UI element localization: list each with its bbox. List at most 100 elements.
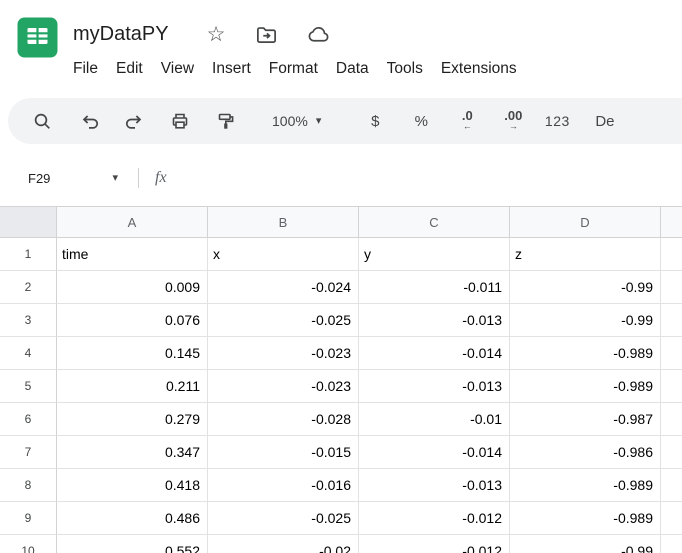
row-header-7[interactable]: 7 (0, 436, 57, 469)
decrease-decimal-button[interactable]: .0 ← (447, 101, 487, 141)
sheet-row-3: 30.076-0.025-0.013-0.99 (0, 304, 682, 337)
cell-E7[interactable] (661, 436, 682, 469)
cell-B2[interactable]: -0.024 (208, 271, 359, 304)
name-box[interactable]: F29 ▾ (16, 167, 128, 190)
cell-E1[interactable] (661, 238, 682, 271)
cell-E4[interactable] (661, 337, 682, 370)
cell-E10[interactable] (661, 535, 682, 553)
title-bar: myDataPY ☆ FileEditViewInsertFormatDataT… (0, 0, 682, 84)
menu-item-file[interactable]: File (64, 56, 107, 82)
cell-B1[interactable]: x (208, 238, 359, 271)
cell-B8[interactable]: -0.016 (208, 469, 359, 502)
left-arrow-icon: ← (463, 121, 472, 132)
undo-icon[interactable] (70, 101, 110, 141)
cell-C5[interactable]: -0.013 (359, 370, 510, 403)
row-header-5[interactable]: 5 (0, 370, 57, 403)
cell-C2[interactable]: -0.011 (359, 271, 510, 304)
cell-D9[interactable]: -0.989 (510, 502, 661, 535)
cloud-status-icon[interactable] (306, 22, 331, 47)
row-header-4[interactable]: 4 (0, 337, 57, 370)
cell-A7[interactable]: 0.347 (57, 436, 208, 469)
menu-item-format[interactable]: Format (260, 56, 327, 82)
row-header-6[interactable]: 6 (0, 403, 57, 436)
cell-E6[interactable] (661, 403, 682, 436)
cell-D7[interactable]: -0.986 (510, 436, 661, 469)
col-header-B[interactable]: B (208, 207, 359, 237)
cell-C7[interactable]: -0.014 (359, 436, 510, 469)
redo-icon[interactable] (114, 101, 154, 141)
cell-B3[interactable]: -0.025 (208, 304, 359, 337)
cell-A2[interactable]: 0.009 (57, 271, 208, 304)
cell-E5[interactable] (661, 370, 682, 403)
cell-B5[interactable]: -0.023 (208, 370, 359, 403)
sheet-row-8: 80.418-0.016-0.013-0.989 (0, 469, 682, 502)
cell-E2[interactable] (661, 271, 682, 304)
cell-D3[interactable]: -0.99 (510, 304, 661, 337)
cell-C4[interactable]: -0.014 (359, 337, 510, 370)
cell-C6[interactable]: -0.01 (359, 403, 510, 436)
row-header-10[interactable]: 10 (0, 535, 57, 553)
cell-A4[interactable]: 0.145 (57, 337, 208, 370)
cell-A6[interactable]: 0.279 (57, 403, 208, 436)
cell-E9[interactable] (661, 502, 682, 535)
cell-D2[interactable]: -0.99 (510, 271, 661, 304)
cell-E8[interactable] (661, 469, 682, 502)
sheet-row-1: 1timexyz (0, 238, 682, 271)
move-to-folder-icon[interactable] (255, 23, 278, 46)
row-header-3[interactable]: 3 (0, 304, 57, 337)
cell-A1[interactable]: time (57, 238, 208, 271)
star-icon[interactable]: ☆ (207, 24, 226, 45)
cell-B4[interactable]: -0.023 (208, 337, 359, 370)
cell-A8[interactable]: 0.418 (57, 469, 208, 502)
menu-item-data[interactable]: Data (327, 56, 378, 82)
cell-C9[interactable]: -0.012 (359, 502, 510, 535)
row-header-8[interactable]: 8 (0, 469, 57, 502)
menu-item-extensions[interactable]: Extensions (432, 56, 526, 82)
cell-B9[interactable]: -0.025 (208, 502, 359, 535)
number-format-button[interactable]: 123 (537, 101, 577, 141)
select-all-corner[interactable] (0, 207, 57, 237)
fx-icon[interactable]: fx (155, 169, 167, 187)
format-percent-button[interactable]: % (401, 101, 441, 141)
cell-A3[interactable]: 0.076 (57, 304, 208, 337)
cell-D6[interactable]: -0.987 (510, 403, 661, 436)
cell-C3[interactable]: -0.013 (359, 304, 510, 337)
sheets-logo-icon[interactable] (17, 17, 58, 58)
font-family-selector[interactable]: De (595, 113, 614, 130)
col-header-D[interactable]: D (510, 207, 661, 237)
cell-D5[interactable]: -0.989 (510, 370, 661, 403)
menu-item-tools[interactable]: Tools (378, 56, 432, 82)
cell-C10[interactable]: -0.012 (359, 535, 510, 553)
col-header-E[interactable]: E (661, 207, 682, 237)
menu-item-view[interactable]: View (152, 56, 203, 82)
cell-D1[interactable]: z (510, 238, 661, 271)
zoom-selector[interactable]: 100% ▾ (262, 101, 331, 141)
row-header-9[interactable]: 9 (0, 502, 57, 535)
cell-B7[interactable]: -0.015 (208, 436, 359, 469)
col-header-A[interactable]: A (57, 207, 208, 237)
cell-C1[interactable]: y (359, 238, 510, 271)
search-menus-icon[interactable] (22, 101, 62, 141)
cell-E3[interactable] (661, 304, 682, 337)
paint-format-icon[interactable] (206, 101, 246, 141)
document-title[interactable]: myDataPY (73, 23, 169, 46)
cell-D8[interactable]: -0.989 (510, 469, 661, 502)
row-header-1[interactable]: 1 (0, 238, 57, 271)
cell-C8[interactable]: -0.013 (359, 469, 510, 502)
cell-D10[interactable]: -0.99 (510, 535, 661, 553)
cell-A5[interactable]: 0.211 (57, 370, 208, 403)
cell-B10[interactable]: -0.02 (208, 535, 359, 553)
col-header-C[interactable]: C (359, 207, 510, 237)
cell-B6[interactable]: -0.028 (208, 403, 359, 436)
cell-D4[interactable]: -0.989 (510, 337, 661, 370)
print-icon[interactable] (160, 101, 200, 141)
cell-A10[interactable]: 0.552 (57, 535, 208, 553)
format-currency-button[interactable]: $ (355, 101, 395, 141)
menu-item-edit[interactable]: Edit (107, 56, 152, 82)
row-header-2[interactable]: 2 (0, 271, 57, 304)
sheet-row-7: 70.347-0.015-0.014-0.986 (0, 436, 682, 469)
menu-item-insert[interactable]: Insert (203, 56, 260, 82)
cell-A9[interactable]: 0.486 (57, 502, 208, 535)
increase-decimal-button[interactable]: .00 → (493, 101, 533, 141)
grid-body: 1timexyz20.009-0.024-0.011-0.9930.076-0.… (0, 238, 682, 553)
